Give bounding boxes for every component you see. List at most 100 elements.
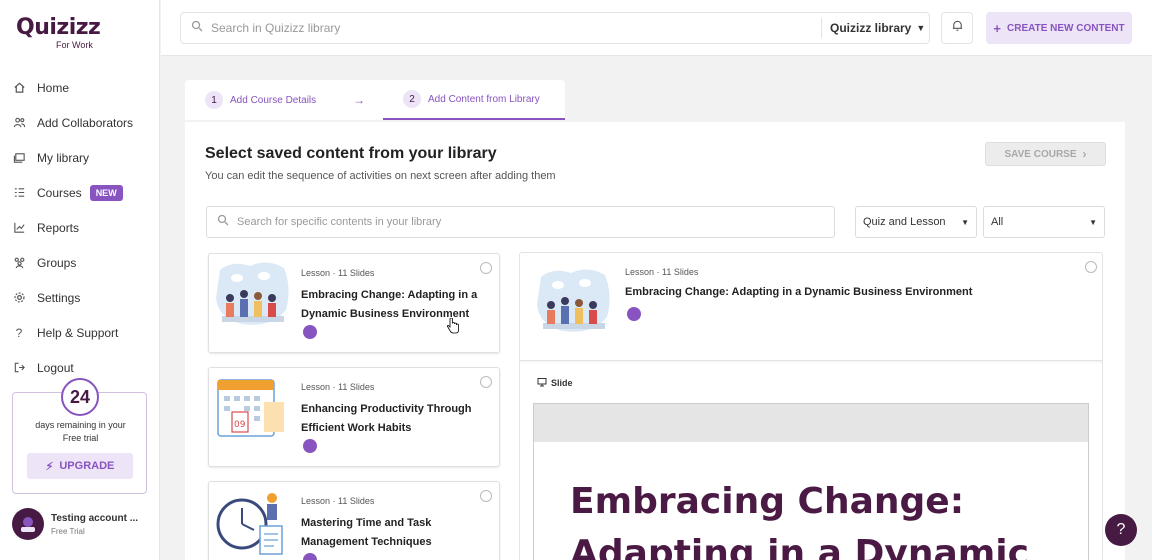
library-select-value: Quizizz library [830,21,912,35]
account-name: Testing account ... [51,512,139,524]
library-search-bar: Quizizz library ▼ [180,12,930,44]
author-avatar [303,325,317,339]
hand-cursor-icon [446,318,459,334]
select-radio[interactable] [1085,261,1097,273]
preview-header: Lesson · 11 Slides Embracing Change: Ada… [520,253,1102,361]
content-type-value: Quiz and Lesson [863,216,946,228]
trial-text: days remaining in your Free trial [13,419,148,445]
avatar [12,508,44,540]
sidebar-item-label: Settings [37,290,81,305]
sidebar-item-groups[interactable]: Groups [0,245,160,280]
trial-text-line2: Free trial [62,433,99,443]
calendar-illustration: 09 [217,379,284,437]
step-number: 1 [205,91,223,109]
content-card[interactable]: Lesson · 11 Slides Mastering Time and Ta… [208,481,500,560]
lightning-icon: ⚡︎ [45,460,54,473]
step-label: Add Content from Library [428,93,540,105]
caret-down-icon: ▼ [1089,217,1097,227]
select-radio[interactable] [480,262,492,274]
groups-icon [12,256,26,270]
question-icon: ? [1116,521,1126,538]
slide-header-bar [534,404,1088,442]
sidebar-item-home[interactable]: Home [0,70,160,105]
meeting-illustration [537,269,610,332]
search-icon [217,213,229,231]
sidebar-item-my-library[interactable]: My library [0,140,160,175]
trial-box: 24 days remaining in your Free trial ⚡︎ … [12,378,148,494]
select-radio[interactable] [480,376,492,388]
content-scope-dropdown[interactable]: All ▼ [983,206,1105,238]
library-icon [12,151,26,165]
create-label: CREATE NEW CONTENT [1007,22,1125,34]
svg-text:09: 09 [234,420,246,430]
topbar: Quizizz library ▼ + CREATE NEW CONTENT [161,0,1152,56]
help-icon: ? [15,325,23,340]
tab-add-course-details[interactable]: 1 Add Course Details → [185,80,383,120]
page-title: Select saved content from your library [205,145,497,162]
upgrade-button[interactable]: ⚡︎ UPGRADE [27,453,133,479]
sidebar-item-label: Add Collaborators [37,115,134,130]
presentation-icon [537,377,547,389]
content-search-input[interactable] [237,216,797,228]
upgrade-label: UPGRADE [59,460,115,472]
sidebar-item-add-collaborators[interactable]: Add Collaborators [0,105,160,140]
sidebar-item-courses[interactable]: Courses NEW [0,175,160,210]
select-radio[interactable] [480,490,492,502]
card-meta: Lesson · 11 Slides [301,382,375,392]
content-panel: Select saved content from your library Y… [185,122,1125,560]
content-card[interactable]: Lesson · 11 Slides Embracing Change: Ada… [208,253,500,353]
logo-text: Quizizz [16,15,101,40]
content-card[interactable]: 09 Lesson · 11 Slides Enhancing Producti… [208,367,500,467]
card-title: Enhancing Productivity Through Efficient… [301,403,472,434]
sidebar-item-label: Groups [37,255,77,270]
slide-label: Slide [537,377,573,389]
trial-days-count: 24 [61,378,99,416]
slide-title-line2: Adapting in a Dynamic [570,533,1029,560]
account-plan: Free Trial [51,526,85,536]
slide-title: Embracing Change: Adapting in a Dynamic [534,442,1088,560]
sidebar-item-reports[interactable]: Reports [0,210,160,245]
logo-subtext: For Work [56,40,93,50]
content-search-bar [206,206,835,238]
bell-icon [951,19,964,37]
tab-add-content-from-library[interactable]: 2 Add Content from Library [383,80,565,120]
sidebar-item-label: Home [37,80,70,95]
account-menu[interactable]: Testing account ... Free Trial [12,508,152,540]
new-badge: NEW [89,184,123,201]
plus-icon: + [993,20,1001,36]
quizizz-logo[interactable]: Quizizz For Work [16,15,101,51]
page-subtitle: You can edit the sequence of activities … [205,170,556,182]
logout-icon [12,361,26,375]
course-stepper: 1 Add Course Details → 2 Add Content fro… [185,80,565,121]
sidebar-item-help-support[interactable]: ? Help & Support [0,315,160,350]
arrow-right-icon: → [353,93,365,107]
save-label: SAVE COURSE [1004,148,1077,160]
home-icon [12,81,26,95]
card-title: Mastering Time and Task Management Techn… [301,517,432,548]
reports-icon [12,221,26,235]
library-select[interactable]: Quizizz library ▼ [821,18,925,38]
sidebar-nav: Home Add Collaborators My library Course… [0,70,160,385]
card-meta: Lesson · 11 Slides [301,268,375,278]
sidebar: Quizizz For Work Home Add Collaborators … [0,0,160,560]
content-type-dropdown[interactable]: Quiz and Lesson ▼ [855,206,977,238]
slide-label-text: Slide [551,378,573,388]
help-button[interactable]: ? [1105,514,1137,546]
users-icon [12,116,26,130]
chevron-right-icon: › [1082,147,1087,161]
create-new-content-button[interactable]: + CREATE NEW CONTENT [986,12,1132,44]
sidebar-item-label: My library [37,150,90,165]
courses-icon [12,186,26,200]
search-input[interactable] [211,21,831,35]
sidebar-item-settings[interactable]: Settings [0,280,160,315]
content-scope-value: All [991,216,1004,228]
save-course-button[interactable]: SAVE COURSE › [985,142,1106,166]
card-meta: Lesson · 11 Slides [301,496,375,506]
sidebar-item-label: Courses [37,185,82,200]
notifications-button[interactable] [941,12,973,44]
caret-down-icon: ▼ [916,23,926,33]
author-avatar [627,307,641,321]
sidebar-item-label: Reports [37,220,80,235]
trial-text-line1: days remaining in your [35,420,126,430]
meeting-illustration [216,262,289,325]
